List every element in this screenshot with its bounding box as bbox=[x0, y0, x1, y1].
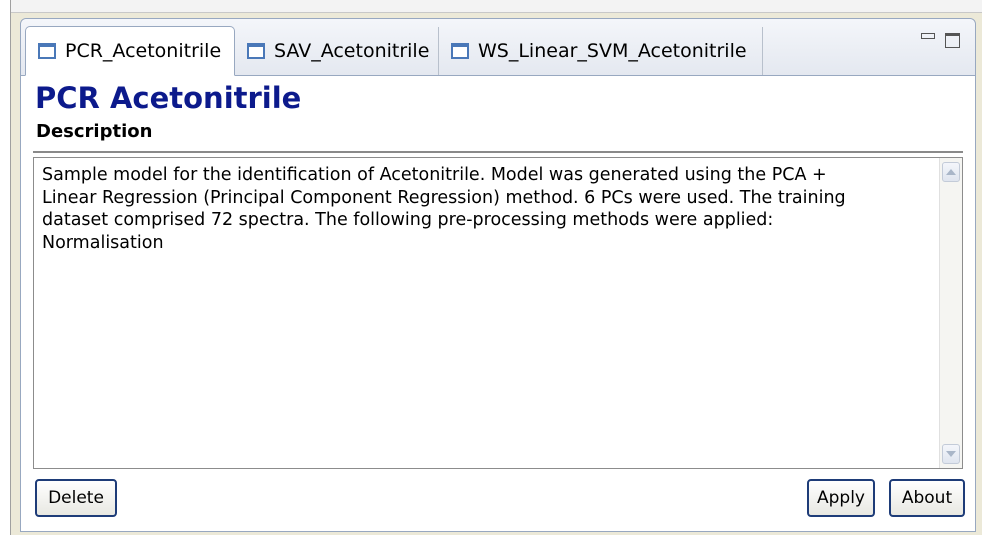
description-textarea[interactable]: Sample model for the identification of A… bbox=[33, 157, 963, 469]
page-title: PCR Acetonitrile bbox=[35, 81, 302, 115]
tab-label: SAV_Acetonitrile bbox=[274, 40, 430, 62]
editor-panel: PCR_Acetonitrile SAV_Acetonitrile WS_Lin… bbox=[20, 18, 976, 532]
delete-button[interactable]: Delete bbox=[35, 479, 117, 517]
minimize-icon[interactable] bbox=[921, 33, 935, 39]
section-divider bbox=[33, 151, 963, 153]
tab-label: WS_Linear_SVM_Acetonitrile bbox=[478, 40, 747, 62]
scroll-down-button[interactable] bbox=[942, 444, 960, 464]
chevron-up-icon bbox=[946, 169, 956, 175]
tab-label: PCR_Acetonitrile bbox=[65, 40, 222, 62]
model-file-icon bbox=[247, 43, 265, 59]
model-file-icon bbox=[38, 43, 56, 59]
vertical-scrollbar[interactable] bbox=[939, 158, 962, 468]
scroll-up-button[interactable] bbox=[942, 162, 960, 182]
model-file-icon bbox=[451, 43, 469, 59]
tab-ws-linear-svm-acetonitrile[interactable]: WS_Linear_SVM_Acetonitrile bbox=[439, 27, 763, 75]
maximize-icon[interactable] bbox=[945, 33, 960, 48]
section-label: Description bbox=[36, 121, 153, 142]
tab-bar: PCR_Acetonitrile SAV_Acetonitrile WS_Lin… bbox=[21, 19, 975, 76]
description-text[interactable]: Sample model for the identification of A… bbox=[42, 164, 924, 254]
chevron-down-icon bbox=[946, 451, 956, 457]
window-top-edge bbox=[0, 0, 982, 13]
window-left-edge bbox=[0, 0, 11, 535]
tab-pcr-acetonitrile[interactable]: PCR_Acetonitrile bbox=[25, 26, 235, 76]
about-button[interactable]: About bbox=[889, 479, 965, 517]
tab-sav-acetonitrile[interactable]: SAV_Acetonitrile bbox=[235, 27, 439, 75]
apply-button[interactable]: Apply bbox=[807, 479, 875, 517]
